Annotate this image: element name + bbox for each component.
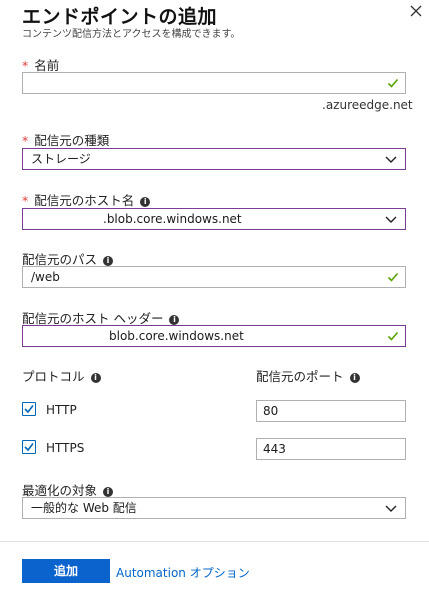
- info-icon[interactable]: i: [349, 373, 360, 383]
- https-checkbox-label: HTTPS: [46, 441, 85, 455]
- valid-check-icon: [387, 331, 399, 341]
- add-button[interactable]: 追加: [22, 559, 110, 583]
- https-checkbox[interactable]: [22, 440, 36, 454]
- chevron-down-icon: [385, 216, 397, 223]
- footer-divider: [0, 541, 429, 542]
- http-port-input[interactable]: 80: [256, 400, 406, 422]
- origin-port-label: 配信元のポート i: [256, 366, 360, 385]
- https-port-input[interactable]: 443: [256, 438, 406, 460]
- origin-path-input[interactable]: /web: [22, 266, 406, 288]
- origin-hostname-label: * 配信元のホスト名 i: [22, 190, 151, 209]
- domain-suffix: .azureedge.net: [322, 98, 413, 112]
- origin-type-select[interactable]: ストレージ: [22, 148, 406, 170]
- checkmark-icon: [24, 405, 34, 414]
- http-checkbox[interactable]: [22, 402, 36, 416]
- protocol-label: プロトコル i: [22, 366, 101, 385]
- info-icon[interactable]: i: [169, 315, 180, 325]
- automation-options-link[interactable]: Automation オプション: [116, 564, 250, 581]
- http-checkbox-label: HTTP: [46, 403, 77, 417]
- chevron-down-icon: [385, 156, 397, 163]
- chevron-down-icon: [385, 505, 397, 512]
- origin-type-label: * 配信元の種類: [22, 133, 110, 148]
- close-icon[interactable]: [408, 3, 424, 19]
- page-subtitle: コンテンツ配信方法とアクセスを構成できます。: [22, 29, 241, 40]
- info-icon[interactable]: i: [90, 373, 101, 383]
- required-mark: *: [22, 193, 29, 208]
- valid-check-icon: [387, 78, 399, 88]
- checkmark-icon: [24, 443, 34, 452]
- origin-host-header-input[interactable]: blob.core.windows.net: [22, 325, 406, 347]
- required-mark: *: [22, 133, 29, 148]
- info-icon[interactable]: i: [103, 256, 114, 266]
- valid-check-icon: [387, 272, 399, 282]
- info-icon[interactable]: i: [103, 487, 114, 497]
- name-input[interactable]: [22, 72, 406, 94]
- optimization-select[interactable]: 一般的な Web 配信: [22, 497, 406, 519]
- required-mark: *: [22, 58, 29, 73]
- info-icon[interactable]: i: [140, 197, 151, 207]
- origin-hostname-select[interactable]: .blob.core.windows.net: [22, 208, 406, 230]
